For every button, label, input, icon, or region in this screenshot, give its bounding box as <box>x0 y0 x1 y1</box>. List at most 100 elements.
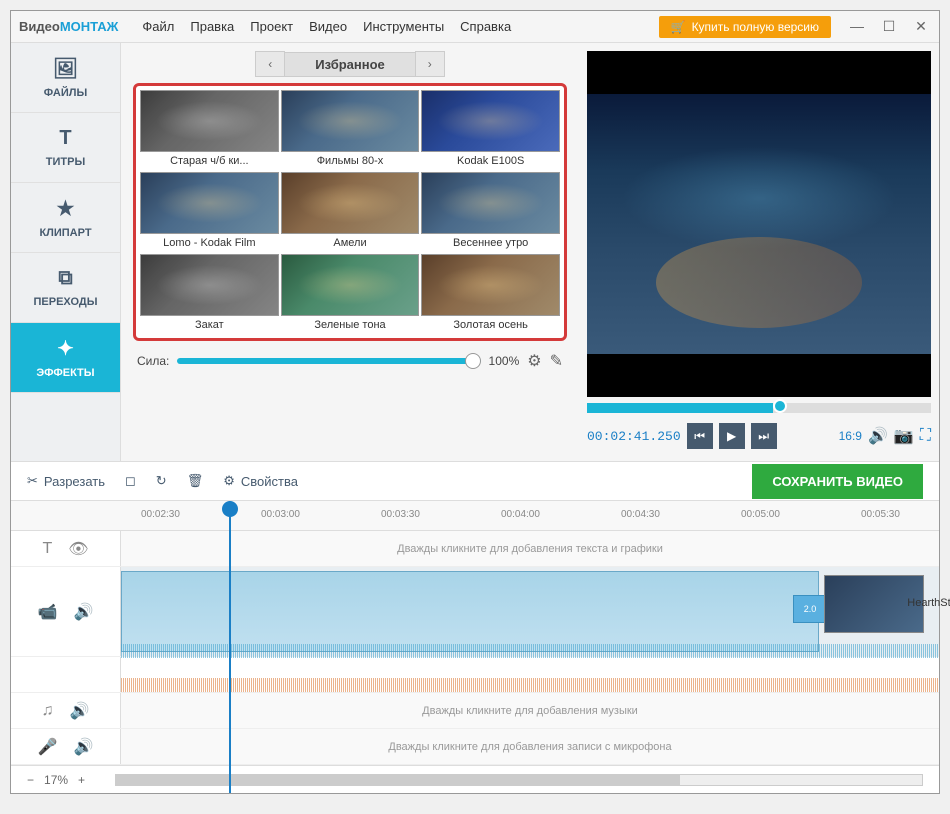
cut-button[interactable]: ✂Разрезать <box>27 473 105 489</box>
mic-track-head: 🎤 🔊 <box>11 729 121 764</box>
video-clip[interactable] <box>121 571 819 652</box>
menu-file[interactable]: Файл <box>142 19 174 34</box>
strength-label: Сила: <box>137 354 169 368</box>
effect-thumb <box>281 90 420 152</box>
play-button[interactable]: ▶ <box>719 423 745 449</box>
waveform-track <box>11 657 939 693</box>
prev-button[interactable]: ⏮ <box>687 423 713 449</box>
strength-value: 100% <box>489 354 520 368</box>
menu-help[interactable]: Справка <box>460 19 511 34</box>
main-menu: Файл Правка Проект Видео Инструменты Спр… <box>142 19 511 34</box>
volume-icon[interactable]: 🔊 <box>70 701 90 721</box>
volume-icon[interactable]: 🔊 <box>868 426 888 446</box>
category-nav: ‹ Избранное › <box>133 51 567 77</box>
sidebar-transitions[interactable]: ⧉ ПЕРЕХОДЫ <box>11 253 120 323</box>
preview-panel: 00:02:41.250 ⏮ ▶ ⏭ 16:9 🔊 📷 ⛶ <box>579 43 939 461</box>
effects-grid: Старая ч/б ки... Фильмы 80-х Kodak E100S… <box>133 83 567 341</box>
minimize-button[interactable]: — <box>847 18 867 35</box>
layers-icon: ⧉ <box>58 267 72 290</box>
effect-item[interactable]: Зеленые тона <box>281 254 420 334</box>
next-button[interactable]: ⏭ <box>751 423 777 449</box>
close-button[interactable]: ✕ <box>911 18 931 35</box>
text-icon: T <box>59 127 71 150</box>
timeline-ruler[interactable]: 00:02:30 00:03:00 00:03:30 00:04:00 00:0… <box>11 501 939 531</box>
wand-icon: ✦ <box>57 336 74 361</box>
effect-thumb <box>281 172 420 234</box>
text-track[interactable]: T 👁 Дважды кликните для добавления текст… <box>11 531 939 567</box>
scissors-icon: ✂ <box>27 473 38 489</box>
snapshot-icon[interactable]: 📷 <box>894 426 914 446</box>
effect-thumb <box>140 90 279 152</box>
fullscreen-icon[interactable]: ⛶ <box>920 427 931 445</box>
preview-frame <box>587 94 931 354</box>
effect-item[interactable]: Амели <box>281 172 420 252</box>
wand-icon[interactable]: ✎ <box>550 351 563 371</box>
volume-icon[interactable]: 🔊 <box>74 602 94 622</box>
effect-item[interactable]: Фильмы 80-х <box>281 90 420 170</box>
sidebar-titles[interactable]: T ТИТРЫ <box>11 113 120 183</box>
effect-thumb <box>281 254 420 316</box>
strength-row: Сила: 100% ⚙ ✎ <box>133 341 567 375</box>
cart-icon: 🛒 <box>671 20 686 34</box>
sidebar: 🖼 ФАЙЛЫ T ТИТРЫ ★ КЛИПАРТ ⧉ ПЕРЕХОДЫ ✦ Э… <box>11 43 121 461</box>
transition-block[interactable]: 2.0 <box>793 595 827 623</box>
maximize-button[interactable]: ☐ <box>879 18 899 35</box>
volume-icon[interactable]: 🔊 <box>74 737 94 757</box>
preview-video <box>587 51 931 397</box>
effect-item[interactable]: Старая ч/б ки... <box>140 90 279 170</box>
effect-item[interactable]: Lomo - Kodak Film <box>140 172 279 252</box>
menu-tools[interactable]: Инструменты <box>363 19 444 34</box>
aspect-ratio[interactable]: 16:9 <box>839 429 862 443</box>
app-logo: ВидеоМОНТАЖ <box>19 19 118 34</box>
effect-item[interactable]: Kodak E100S <box>421 90 560 170</box>
video-track[interactable]: 📹 🔊 2.0 HearthStone_Hero <box>11 567 939 657</box>
rotate-button[interactable]: ↻ <box>156 473 167 489</box>
timeline-toolbar: ✂Разрезать ◻ ↻ 🗑 ⚙Свойства СОХРАНИТЬ ВИД… <box>11 461 939 501</box>
effect-item[interactable]: Закат <box>140 254 279 334</box>
settings-icon[interactable]: ⚙ <box>527 351 541 371</box>
playhead[interactable] <box>229 501 231 793</box>
sidebar-effects[interactable]: ✦ ЭФФЕКТЫ <box>11 323 120 393</box>
preview-seekbar[interactable] <box>587 403 931 413</box>
effect-item[interactable]: Золотая осень <box>421 254 560 334</box>
category-prev-button[interactable]: ‹ <box>255 51 285 77</box>
effect-thumb <box>421 172 560 234</box>
effect-thumb <box>140 254 279 316</box>
properties-button[interactable]: ⚙Свойства <box>223 473 298 489</box>
zoom-level: 17% <box>44 773 68 787</box>
mic-track[interactable]: 🎤 🔊 Дважды кликните для добавления запис… <box>11 729 939 765</box>
timeline: 00:02:30 00:03:00 00:03:30 00:04:00 00:0… <box>11 501 939 793</box>
gear-icon: ⚙ <box>223 473 235 489</box>
eye-icon[interactable]: 👁 <box>68 539 88 559</box>
sidebar-files[interactable]: 🖼 ФАЙЛЫ <box>11 43 120 113</box>
zoom-in-button[interactable]: + <box>78 773 85 787</box>
category-next-button[interactable]: › <box>415 51 445 77</box>
music-track[interactable]: ♫ 🔊 Дважды кликните для добавления музык… <box>11 693 939 729</box>
star-icon: ★ <box>57 196 75 221</box>
music-track-head: ♫ 🔊 <box>11 693 121 728</box>
delete-button[interactable]: 🗑 <box>187 473 204 489</box>
seekbar-handle[interactable] <box>773 399 787 413</box>
menu-edit[interactable]: Правка <box>190 19 234 34</box>
buy-full-button[interactable]: 🛒 Купить полную версию <box>659 16 831 38</box>
zoom-out-button[interactable]: − <box>27 773 34 787</box>
effect-thumb <box>421 254 560 316</box>
menu-project[interactable]: Проект <box>250 19 293 34</box>
text-track-head: T 👁 <box>11 531 121 566</box>
effects-panel: ‹ Избранное › Старая ч/б ки... Фильмы 80… <box>121 43 579 461</box>
sidebar-clipart[interactable]: ★ КЛИПАРТ <box>11 183 120 253</box>
strength-slider[interactable] <box>177 358 480 364</box>
effect-item[interactable]: Весеннее утро <box>421 172 560 252</box>
image-icon: 🖼 <box>53 56 78 81</box>
zoom-bar: − 17% + <box>11 765 939 793</box>
slider-thumb[interactable] <box>465 353 481 369</box>
preview-controls: 00:02:41.250 ⏮ ▶ ⏭ 16:9 🔊 📷 ⛶ <box>587 419 931 453</box>
clip-name: HearthStone_Hero <box>907 597 950 609</box>
timeline-scrollbar[interactable] <box>115 774 923 786</box>
save-video-button[interactable]: СОХРАНИТЬ ВИДЕО <box>752 464 923 499</box>
menu-video[interactable]: Видео <box>309 19 347 34</box>
window-controls: — ☐ ✕ <box>847 18 931 35</box>
mic-icon: 🎤 <box>38 737 58 757</box>
category-title: Избранное <box>285 52 415 77</box>
crop-button[interactable]: ◻ <box>125 473 136 489</box>
